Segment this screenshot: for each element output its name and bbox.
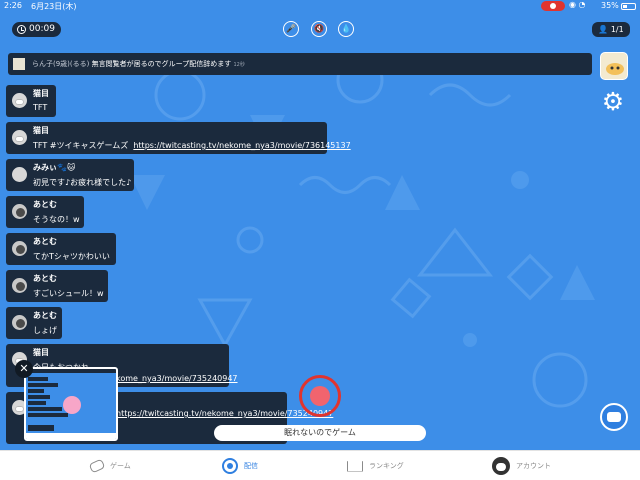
comment-text: しょげ bbox=[33, 326, 57, 335]
comment-item[interactable]: あとむ そうなの！w bbox=[6, 196, 84, 228]
comment-avatar bbox=[12, 93, 27, 108]
broadcast-screen: 2:26 6月23日(木) ◉ ◔ 35% 00:09 🎤 🔇 💧 👤 1/1 … bbox=[0, 0, 640, 450]
mute-speaker-icon[interactable]: 🔇 bbox=[311, 21, 327, 37]
viewer-count[interactable]: 👤 1/1 bbox=[592, 22, 630, 37]
account-avatar-icon bbox=[492, 457, 510, 475]
banner-avatar bbox=[13, 58, 25, 70]
tab-account[interactable]: アカウント bbox=[492, 451, 551, 480]
viewer-count-value: 1/1 bbox=[610, 25, 624, 34]
comment-text: てかTシャツかわいい bbox=[33, 252, 110, 261]
comment-link[interactable]: https://twitcasting.tv/nekome_nya3/movie… bbox=[133, 141, 350, 150]
battery-icon bbox=[621, 3, 636, 10]
comment-text: すごいシュール！w bbox=[33, 289, 104, 298]
chat-bubble-icon bbox=[607, 412, 621, 422]
comment-text-body: TFT #ツイキャスゲームズ bbox=[33, 141, 129, 150]
water-drop-icon[interactable]: 💧 bbox=[338, 21, 354, 37]
tab-game[interactable]: ゲーム bbox=[88, 451, 131, 480]
comment-username: あとむ bbox=[33, 237, 57, 246]
comment-text: 初見です♪お疲れ様でした♪ bbox=[33, 178, 132, 187]
tab-label: ランキング bbox=[369, 462, 404, 470]
comment-item[interactable]: あとむ てかTシャツかわいい bbox=[6, 233, 116, 265]
preview-thumbnail[interactable] bbox=[24, 367, 118, 441]
wifi-icon: ◉ ◔ bbox=[569, 0, 586, 9]
banner-user: らん子 bbox=[32, 60, 53, 68]
record-button[interactable] bbox=[299, 375, 341, 417]
preview-screen bbox=[26, 369, 116, 439]
tab-broadcast[interactable]: 配信 bbox=[222, 451, 258, 480]
banner-message: 無言閲覧者が居るのでグループ配信辞めます bbox=[91, 60, 232, 68]
comment-avatar bbox=[12, 204, 27, 219]
bottom-tab-bar: ゲーム 配信 ランキング アカウント bbox=[0, 450, 640, 480]
stream-title[interactable]: 眠れないのでゲーム bbox=[214, 425, 426, 441]
broadcast-timer: 00:09 bbox=[12, 22, 61, 37]
tab-label: アカウント bbox=[516, 462, 551, 470]
comment-username: 猫目 bbox=[33, 348, 49, 357]
status-date: 6月23日(木) bbox=[31, 2, 77, 11]
timer-value: 00:09 bbox=[29, 24, 55, 34]
status-time: 2:26 bbox=[4, 1, 22, 10]
comment-text: TFT bbox=[33, 103, 48, 112]
broadcast-icon bbox=[222, 458, 238, 474]
comment-avatar bbox=[12, 241, 27, 256]
battery-percentage: 35% bbox=[601, 1, 619, 10]
comment-item[interactable]: あとむ しょげ bbox=[6, 307, 62, 339]
comment-item[interactable]: みみぃ🐾🐱 初見です♪お疲れ様でした♪ bbox=[6, 159, 134, 191]
preview-image bbox=[26, 369, 116, 439]
gamepad-icon bbox=[88, 458, 106, 474]
comment-link[interactable]: kome_nya3/movie/735240947 bbox=[116, 374, 238, 383]
comment-username: みみぃ🐾🐱 bbox=[33, 163, 76, 172]
comment-text: TFT #ツイキャスゲームズ https://twitcasting.tv/ne… bbox=[33, 140, 351, 151]
comment-username: あとむ bbox=[33, 274, 57, 283]
record-button-core bbox=[310, 386, 330, 406]
clock-icon bbox=[17, 25, 26, 34]
comment-username: 猫目 bbox=[33, 126, 49, 135]
comment-username: あとむ bbox=[33, 200, 57, 209]
banner-user-tag: (9歳)(るる) bbox=[53, 60, 90, 68]
screen-record-indicator bbox=[541, 1, 565, 11]
close-icon[interactable]: ✕ bbox=[15, 360, 33, 378]
comment-item[interactable]: あとむ すごいシュール！w bbox=[6, 270, 108, 302]
comment-text: そうなの！w bbox=[33, 215, 80, 224]
status-bar: 2:26 6月23日(木) ◉ ◔ 35% bbox=[0, 0, 640, 13]
comment-avatar bbox=[12, 130, 27, 145]
comment-item[interactable]: 猫目 TFT bbox=[6, 85, 56, 117]
comment-link[interactable]: https://twitcasting.tv/nekome_nya3/movie… bbox=[116, 409, 333, 418]
microphone-icon[interactable]: 🎤 bbox=[283, 21, 299, 37]
chat-button[interactable] bbox=[600, 403, 628, 431]
broadcaster-avatar[interactable] bbox=[600, 52, 628, 80]
gear-icon[interactable]: ⚙ bbox=[600, 89, 626, 115]
comment-username: あとむ bbox=[33, 311, 57, 320]
tab-label: ゲーム bbox=[110, 462, 131, 470]
comment-item[interactable]: 猫目 TFT #ツイキャスゲームズ https://twitcasting.tv… bbox=[6, 122, 351, 154]
banner-time: 12秒 bbox=[233, 62, 245, 68]
tab-label: 配信 bbox=[244, 462, 258, 470]
crown-icon bbox=[347, 460, 363, 472]
announcement-banner: らん子(9歳)(るる) 無言閲覧者が居るのでグループ配信辞めます 12秒 bbox=[8, 53, 592, 75]
comment-avatar bbox=[12, 167, 27, 182]
comment-username: 猫目 bbox=[33, 89, 49, 98]
person-icon: 👤 bbox=[598, 25, 609, 34]
comment-avatar bbox=[12, 278, 27, 293]
tab-ranking[interactable]: ランキング bbox=[347, 451, 404, 480]
comment-avatar bbox=[12, 315, 27, 330]
